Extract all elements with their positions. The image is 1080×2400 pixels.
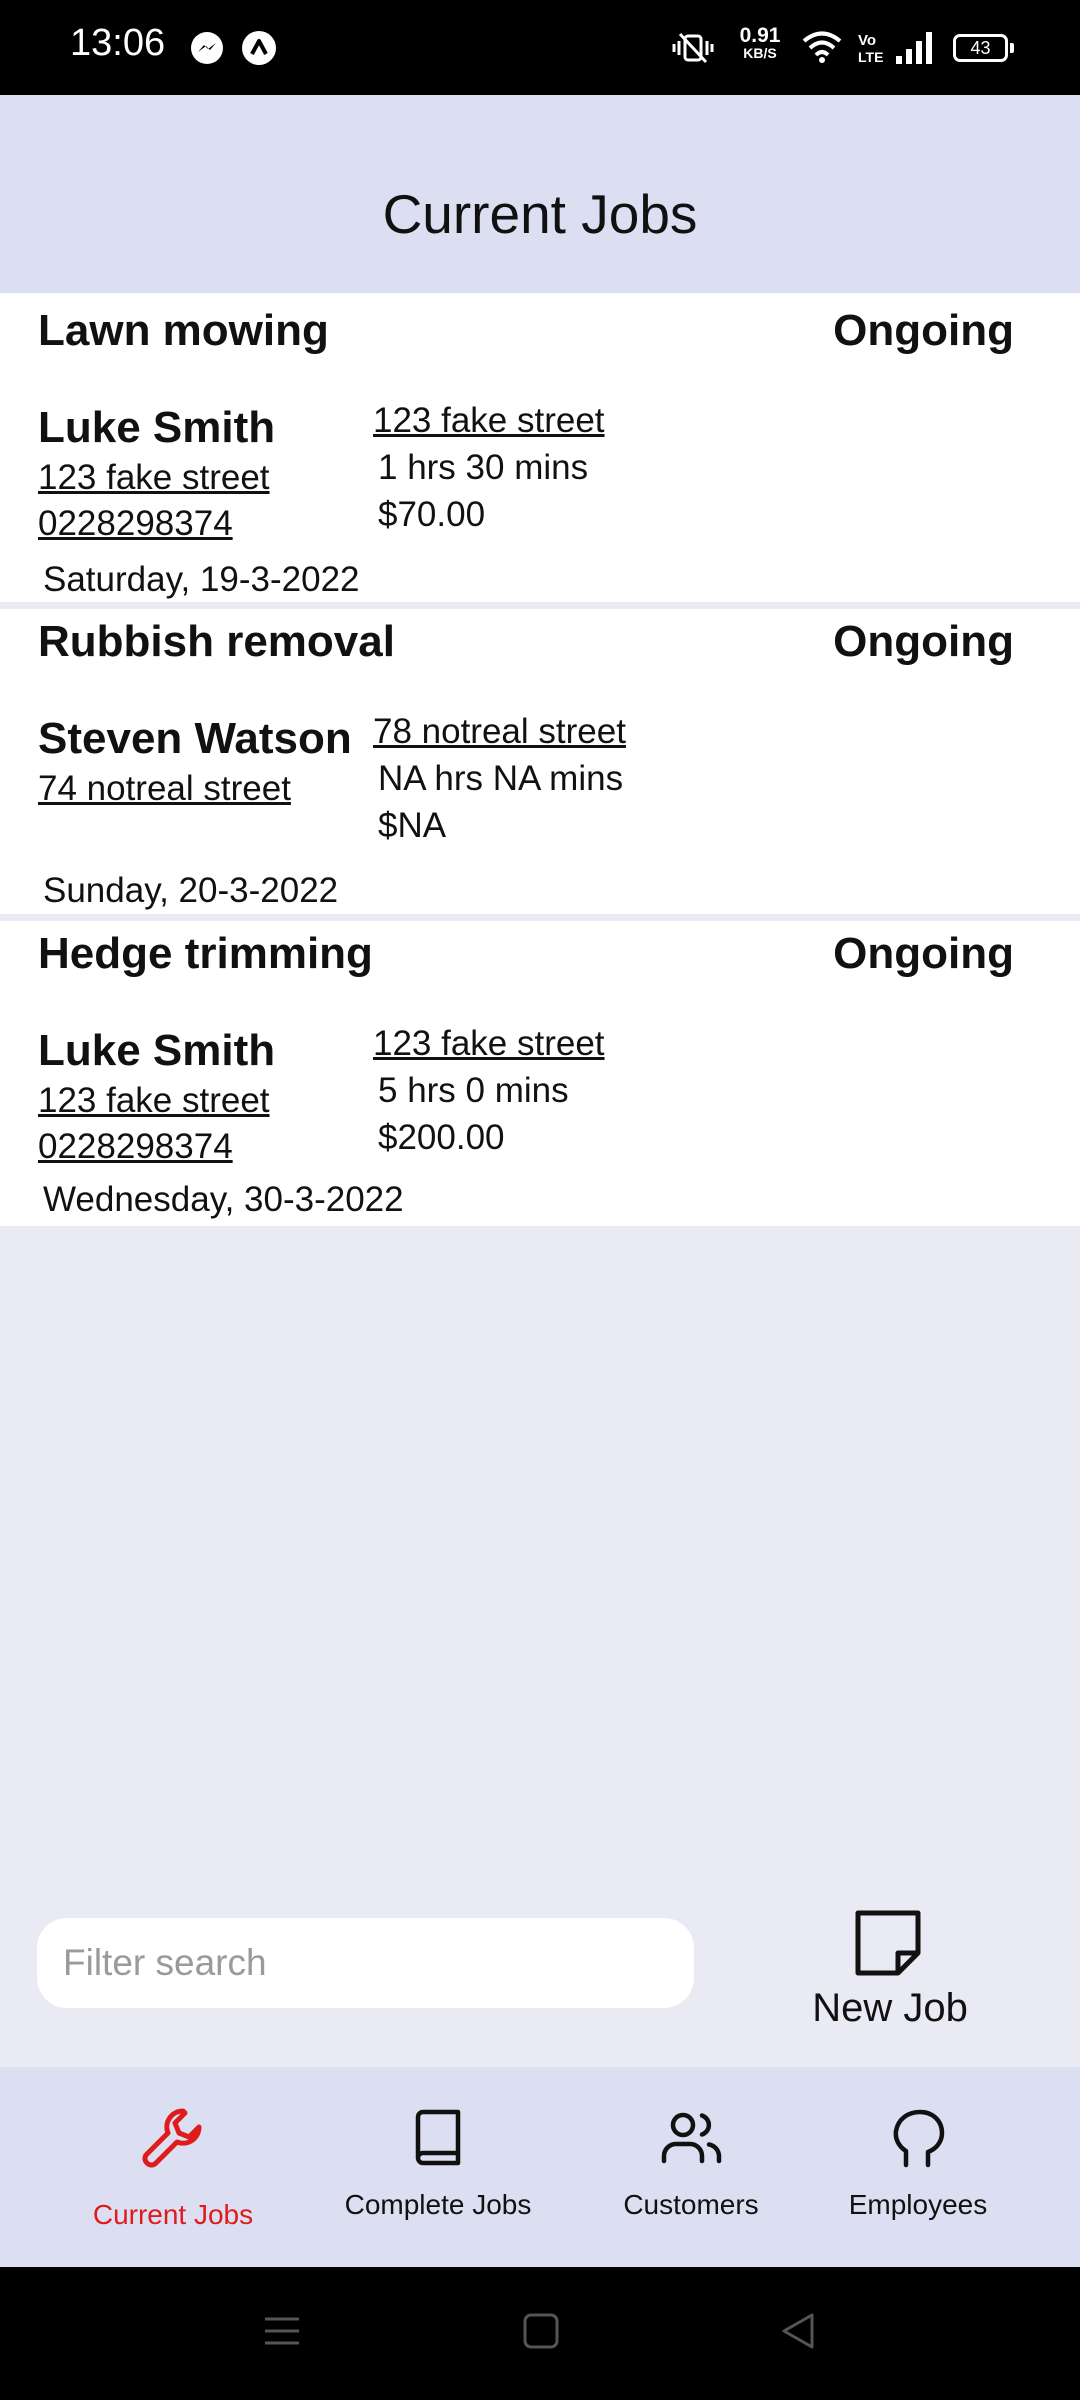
battery-level: 43 <box>970 38 991 58</box>
new-job-button[interactable]: New Job <box>790 1906 990 2046</box>
job-status: Ongoing <box>833 929 1014 978</box>
job-card[interactable]: Rubbish removal Ongoing Steven Watson 74… <box>0 609 1080 914</box>
volte-icon: Vo LTE <box>856 30 884 71</box>
customer-phone-link[interactable]: 0228298374 <box>38 1127 233 1167</box>
wifi-icon <box>801 30 843 69</box>
job-address-link[interactable]: 123 fake street <box>373 1024 605 1064</box>
customer-phone-link[interactable]: 0228298374 <box>38 504 233 544</box>
home-icon[interactable] <box>521 2311 561 2356</box>
job-date: Sunday, 20-3-2022 <box>43 871 339 910</box>
job-title: Hedge trimming <box>38 929 373 978</box>
job-duration: 5 hrs 0 mins <box>378 1071 569 1110</box>
system-nav-bar <box>0 2267 1080 2400</box>
signal-icon <box>894 30 936 71</box>
messenger-icon <box>190 31 224 70</box>
app-header: Current Jobs <box>0 95 1080 293</box>
network-speed-unit: KB/S <box>743 45 777 61</box>
nav-label: Complete Jobs <box>344 2189 532 2220</box>
back-icon[interactable] <box>778 2311 818 2356</box>
job-duration: NA hrs NA mins <box>378 759 624 798</box>
job-duration: 1 hrs 30 mins <box>378 448 589 487</box>
nav-label: Employees <box>848 2189 988 2220</box>
new-job-label: New Job <box>812 1986 968 2030</box>
job-date: Saturday, 19-3-2022 <box>43 560 360 599</box>
job-card[interactable]: Hedge trimming Ongoing Luke Smith 123 fa… <box>0 921 1080 1226</box>
menu-icon[interactable] <box>262 2311 302 2356</box>
status-time: 13:06 <box>70 22 166 64</box>
job-status: Ongoing <box>833 306 1014 355</box>
customer-address-link[interactable]: 74 notreal street <box>38 769 291 809</box>
job-title: Lawn mowing <box>38 306 329 355</box>
bottom-nav: Current Jobs Complete Jobs Customers Emp… <box>0 2067 1080 2267</box>
nav-label: Current Jobs <box>92 2199 254 2230</box>
battery-icon: 43 <box>953 34 1014 62</box>
wrench-icon <box>139 2103 209 2178</box>
customer-name: Steven Watson <box>38 714 352 763</box>
sticky-note-icon <box>853 1908 923 1983</box>
book-icon <box>414 2109 462 2172</box>
nav-current-jobs[interactable]: Current Jobs <box>73 2067 273 2267</box>
job-address-link[interactable]: 123 fake street <box>373 401 605 441</box>
filter-search-input[interactable] <box>37 1918 694 2008</box>
customer-address-link[interactable]: 123 fake street <box>38 1081 270 1121</box>
job-title: Rubbish removal <box>38 617 395 666</box>
job-list: Lawn mowing Ongoing Luke Smith 123 fake … <box>0 293 1080 1226</box>
head-icon <box>892 2109 946 2174</box>
customer-address-link[interactable]: 123 fake street <box>38 458 270 498</box>
job-date: Wednesday, 30-3-2022 <box>43 1180 404 1219</box>
network-speed: 0.91 KB/S <box>734 24 786 61</box>
vibrate-icon <box>670 30 716 71</box>
nav-label: Customers <box>623 2189 759 2220</box>
network-speed-value: 0.91 <box>739 24 781 47</box>
job-card[interactable]: Lawn mowing Ongoing Luke Smith 123 fake … <box>0 293 1080 602</box>
svg-text:LTE: LTE <box>858 49 883 65</box>
job-price: $200.00 <box>378 1118 505 1157</box>
job-status: Ongoing <box>833 617 1014 666</box>
svg-text:Vo: Vo <box>858 32 876 49</box>
nav-employees[interactable]: Employees <box>818 2067 1018 2267</box>
status-bar: 13:06 0.91 KB/S Vo LTE 43 <box>0 0 1080 95</box>
app-notification-icon <box>241 30 277 71</box>
page-title: Current Jobs <box>382 183 698 245</box>
job-price: $70.00 <box>378 495 486 534</box>
customer-name: Luke Smith <box>38 1026 276 1075</box>
job-address-link[interactable]: 78 notreal street <box>373 712 626 752</box>
customer-name: Luke Smith <box>38 403 276 452</box>
users-icon <box>661 2111 723 2170</box>
nav-customers[interactable]: Customers <box>591 2067 791 2267</box>
nav-complete-jobs[interactable]: Complete Jobs <box>338 2067 538 2267</box>
job-price: $NA <box>378 806 447 845</box>
